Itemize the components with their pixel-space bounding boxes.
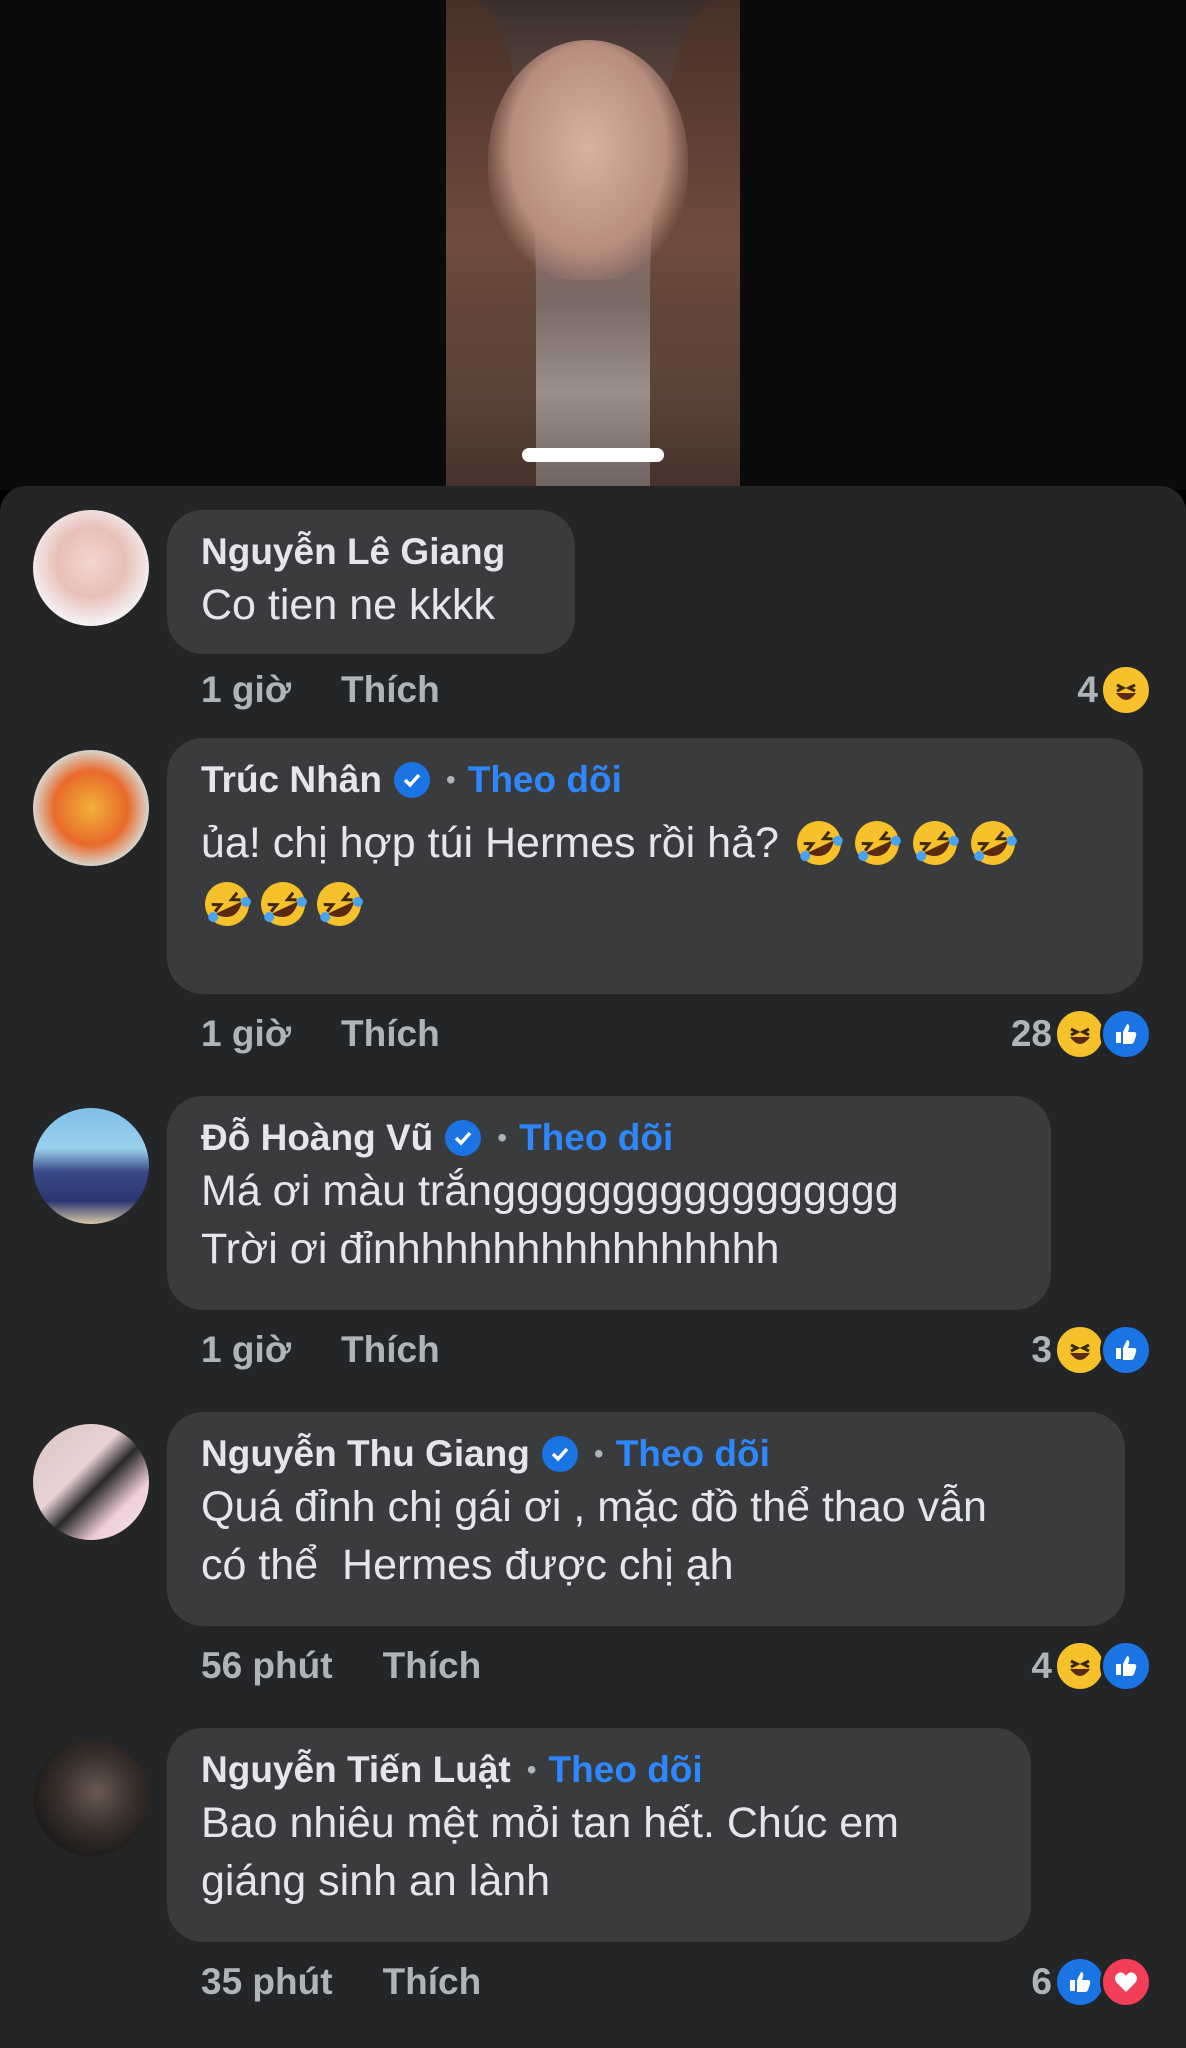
commenter-name[interactable]: Nguyễn Lê Giang xyxy=(201,531,505,573)
like-button[interactable]: Thích xyxy=(383,1961,482,2003)
video-image-part xyxy=(488,40,688,280)
separator-dot: • xyxy=(497,1122,508,1153)
comment-bubble[interactable]: Nguyễn Lê Giang Co tien ne kkkk xyxy=(167,510,575,654)
rofl-emoji-icon xyxy=(793,817,845,869)
separator-dot: • xyxy=(593,1438,604,1469)
comment-time: 1 giờ xyxy=(201,669,292,710)
separator-dot: • xyxy=(445,764,456,795)
comment-text: Quá đỉnh chị gái ơi , mặc đồ thể thao vẫ… xyxy=(201,1483,987,1531)
commenter-name[interactable]: Nguyễn Tiến Luật xyxy=(201,1749,511,1791)
comment-text: ủa! chị hợp túi Hermes rồi hả? xyxy=(201,819,779,867)
comment-time: 56 phút xyxy=(201,1645,333,1686)
like-button[interactable]: Thích xyxy=(341,1013,440,1055)
rofl-emoji-icon xyxy=(967,817,1019,869)
verified-badge-icon xyxy=(393,762,430,798)
commenter-name[interactable]: Trúc Nhân xyxy=(201,759,382,801)
rofl-emoji-icon xyxy=(851,817,903,869)
comment-text: có thể Hermes được chị ạh xyxy=(201,1541,734,1589)
follow-button[interactable]: Theo dõi xyxy=(519,1117,673,1159)
like-reaction-icon xyxy=(1100,1640,1152,1692)
video-thumbnail[interactable] xyxy=(446,0,740,490)
comment-time: 1 giờ xyxy=(201,1013,292,1054)
rofl-emoji-icon xyxy=(201,878,253,930)
avatar[interactable] xyxy=(33,750,149,866)
reaction-count: 4 xyxy=(1077,669,1098,710)
sheet-drag-handle[interactable] xyxy=(522,448,664,462)
comment-text: Co tien ne kkkk xyxy=(201,581,495,629)
reaction-summary[interactable]: 6 xyxy=(1031,1954,1152,2010)
comment-time: 35 phút xyxy=(201,1961,333,2002)
reaction-summary[interactable]: 3 xyxy=(1031,1322,1152,1378)
avatar[interactable] xyxy=(33,1108,149,1224)
like-reaction-icon xyxy=(1100,1324,1152,1376)
rofl-emoji-icon xyxy=(313,878,365,930)
follow-button[interactable]: Theo dõi xyxy=(549,1749,703,1791)
avatar[interactable] xyxy=(33,1424,149,1540)
commenter-name[interactable]: Đỗ Hoàng Vũ xyxy=(201,1117,433,1159)
rofl-emoji-icon xyxy=(909,817,961,869)
video-preview[interactable] xyxy=(0,0,1186,490)
comment-text: Bao nhiêu mệt mỏi tan hết. Chúc em xyxy=(201,1799,899,1847)
avatar[interactable] xyxy=(33,510,149,626)
comment-bubble[interactable]: Nguyễn Tiến Luật • Theo dõi Bao nhiêu mệ… xyxy=(167,1728,1031,1942)
comment-text: Má ơi màu trắnggggggggggggggggg xyxy=(201,1167,899,1215)
reaction-summary[interactable]: 4 xyxy=(1031,1638,1152,1694)
comment-text: Trời ơi đỉnhhhhhhhhhhhhhhhh xyxy=(201,1225,780,1273)
comment-bubble[interactable]: Nguyễn Thu Giang • Theo dõi Quá đỉnh chị… xyxy=(167,1412,1125,1626)
comment-time: 1 giờ xyxy=(201,1329,292,1370)
follow-button[interactable]: Theo dõi xyxy=(616,1433,770,1475)
reaction-count: 3 xyxy=(1031,1329,1052,1370)
follow-button[interactable]: Theo dõi xyxy=(468,759,622,801)
avatar[interactable] xyxy=(33,1740,149,1856)
reaction-summary[interactable]: 28 xyxy=(1011,1006,1152,1062)
reaction-summary[interactable]: 4 xyxy=(1077,662,1152,718)
comment-bubble[interactable]: Trúc Nhân • Theo dõi ủa! chị hợp túi Her… xyxy=(167,738,1143,994)
reaction-count: 4 xyxy=(1031,1645,1052,1686)
reaction-count: 28 xyxy=(1010,1013,1052,1054)
haha-reaction-icon xyxy=(1054,1640,1106,1692)
reaction-count: 6 xyxy=(1031,1961,1052,2002)
haha-reaction-icon xyxy=(1100,664,1152,716)
like-button[interactable]: Thích xyxy=(341,1329,440,1371)
haha-reaction-icon xyxy=(1054,1008,1106,1060)
like-button[interactable]: Thích xyxy=(341,669,440,711)
verified-badge-icon xyxy=(445,1120,482,1156)
like-reaction-icon xyxy=(1100,1008,1152,1060)
verified-badge-icon xyxy=(541,1436,578,1472)
separator-dot: • xyxy=(526,1754,537,1785)
comment-text: giáng sinh an lành xyxy=(201,1857,551,1905)
love-reaction-icon xyxy=(1100,1956,1152,2008)
rofl-emoji-icon xyxy=(257,878,309,930)
like-button[interactable]: Thích xyxy=(383,1645,482,1687)
like-reaction-icon xyxy=(1054,1956,1106,2008)
haha-reaction-icon xyxy=(1054,1324,1106,1376)
commenter-name[interactable]: Nguyễn Thu Giang xyxy=(201,1433,530,1475)
comment-bubble[interactable]: Đỗ Hoàng Vũ • Theo dõi Má ơi màu trắnggg… xyxy=(167,1096,1051,1310)
comments-sheet: Nguyễn Lê Giang Co tien ne kkkk 1 giờ Th… xyxy=(0,486,1186,2048)
